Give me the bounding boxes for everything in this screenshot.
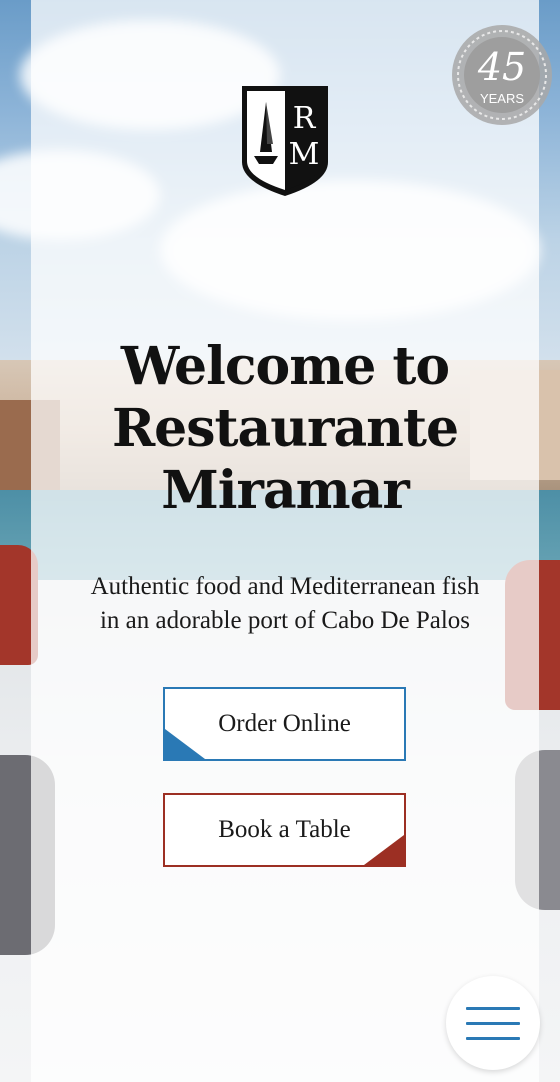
hamburger-menu-button[interactable] [446,976,540,1070]
book-table-label: Book a Table [218,816,351,843]
logo-letter-r: R [293,101,317,136]
title-line: Miramar [161,460,410,521]
title-line: Restaurante [111,398,459,459]
subtitle-line: in an adorable port of Cabo De Palos [99,607,471,634]
book-table-button[interactable]: Book a Table [163,793,406,867]
page-title: Welcome to Restaurante Miramar [60,336,510,522]
hamburger-menu-icon [466,1036,520,1040]
anniversary-badge: 45 YEARS [449,22,555,128]
order-online-label: Order Online [218,710,351,737]
logo-letter-m: M [289,137,320,172]
hamburger-menu-icon [466,1021,520,1025]
badge-label: YEARS [480,91,524,106]
title-line: Welcome to [120,336,450,397]
subtitle-line: Authentic food and Mediterranean fish [90,573,480,600]
button-corner-accent [165,729,205,759]
hero-subtitle: Authentic food and Mediterranean fish in… [40,570,530,638]
button-corner-accent [364,835,404,865]
hamburger-menu-icon [466,1006,520,1010]
order-online-button[interactable]: Order Online [163,687,406,761]
restaurant-logo[interactable]: R M [238,82,332,200]
badge-number: 45 [477,45,526,89]
